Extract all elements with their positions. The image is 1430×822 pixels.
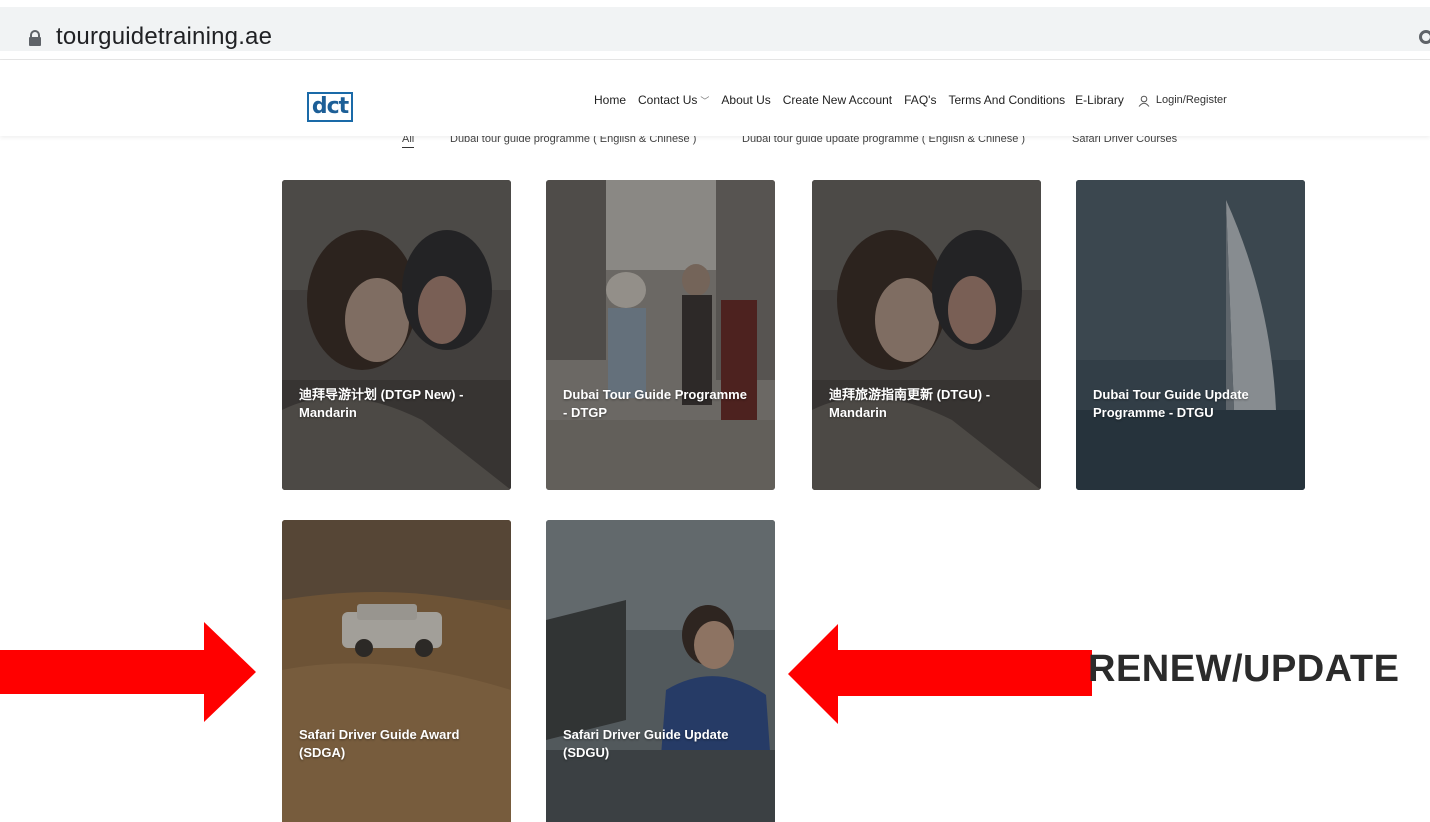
course-title: Dubai Tour Guide Update Programme - DTGU (1093, 386, 1293, 422)
course-title: Dubai Tour Guide Programme - DTGP (563, 386, 763, 422)
main-nav: Home Contact Us ﹀ About Us Create New Acc… (594, 93, 1227, 107)
search-icon[interactable] (1419, 30, 1430, 44)
course-title: 迪拜旅游指南更新 (DTGU) - Mandarin (829, 386, 1029, 422)
chevron-down-icon: ﹀ (700, 96, 710, 106)
course-title-line2: Mandarin (299, 405, 357, 420)
course-title: Safari Driver Guide Award (SDGA) (299, 726, 499, 762)
nav-create-account[interactable]: Create New Account (783, 93, 892, 107)
dct-logo[interactable]: dct (307, 92, 353, 122)
course-title-line2: - DTGP (563, 405, 608, 420)
course-title-line2: Mandarin (829, 405, 887, 420)
card-overlay (282, 180, 511, 490)
course-card-dtgp[interactable]: Dubai Tour Guide Programme - DTGP (546, 180, 775, 490)
lock-icon (29, 30, 41, 46)
course-title-line2: (SDGA) (299, 745, 346, 760)
nav-contact-label: Contact Us (638, 93, 698, 107)
renew-update-annotation: RENEW/UPDATE (1088, 648, 1400, 690)
nav-terms[interactable]: Terms And Conditions (948, 93, 1065, 107)
card-overlay (546, 180, 775, 490)
browser-address-bar: tourguidetraining.ae (0, 0, 1430, 60)
nav-login-register[interactable]: Login/Register (1156, 94, 1227, 106)
nav-about-us[interactable]: About Us (721, 93, 770, 107)
course-title-line1: Safari Driver Guide Update (563, 727, 729, 742)
red-arrow-right-icon (0, 622, 256, 722)
course-card-sdga[interactable]: Safari Driver Guide Award (SDGA) (282, 520, 511, 822)
red-arrow-left-icon (788, 624, 1092, 724)
course-card-dtgu-mandarin[interactable]: 迪拜旅游指南更新 (DTGU) - Mandarin (812, 180, 1041, 490)
course-title-line1: Dubai Tour Guide Programme (563, 387, 747, 402)
site-header: dct Home Contact Us ﹀ About Us Create New… (0, 60, 1430, 136)
url-bar[interactable]: tourguidetraining.ae (0, 7, 1430, 51)
course-title-line2: Programme - DTGU (1093, 405, 1214, 420)
course-title-line1: 迪拜旅游指南更新 (DTGU) - (829, 387, 991, 402)
course-title-line1: Dubai Tour Guide Update (1093, 387, 1249, 402)
course-title-line1: 迪拜导游计划 (DTGP New) - (299, 387, 464, 402)
logo-text: dct (311, 94, 349, 119)
card-overlay (546, 520, 775, 822)
nav-faq[interactable]: FAQ's (904, 93, 936, 107)
user-icon (1138, 95, 1150, 107)
course-card-dtgp-mandarin[interactable]: 迪拜导游计划 (DTGP New) - Mandarin (282, 180, 511, 490)
nav-elibrary[interactable]: E-Library (1075, 93, 1124, 107)
card-overlay (1076, 180, 1305, 490)
course-card-sdgu[interactable]: Safari Driver Guide Update (SDGU) (546, 520, 775, 822)
course-card-dtgu[interactable]: Dubai Tour Guide Update Programme - DTGU (1076, 180, 1305, 490)
course-title-line1: Safari Driver Guide Award (299, 727, 460, 742)
nav-contact-us[interactable]: Contact Us ﹀ (638, 93, 709, 107)
url-text[interactable]: tourguidetraining.ae (56, 23, 272, 51)
course-title: 迪拜导游计划 (DTGP New) - Mandarin (299, 386, 499, 422)
course-title-line2: (SDGU) (563, 745, 610, 760)
card-overlay (812, 180, 1041, 490)
card-overlay (282, 520, 511, 822)
course-title: Safari Driver Guide Update (SDGU) (563, 726, 763, 762)
nav-home[interactable]: Home (594, 93, 626, 107)
